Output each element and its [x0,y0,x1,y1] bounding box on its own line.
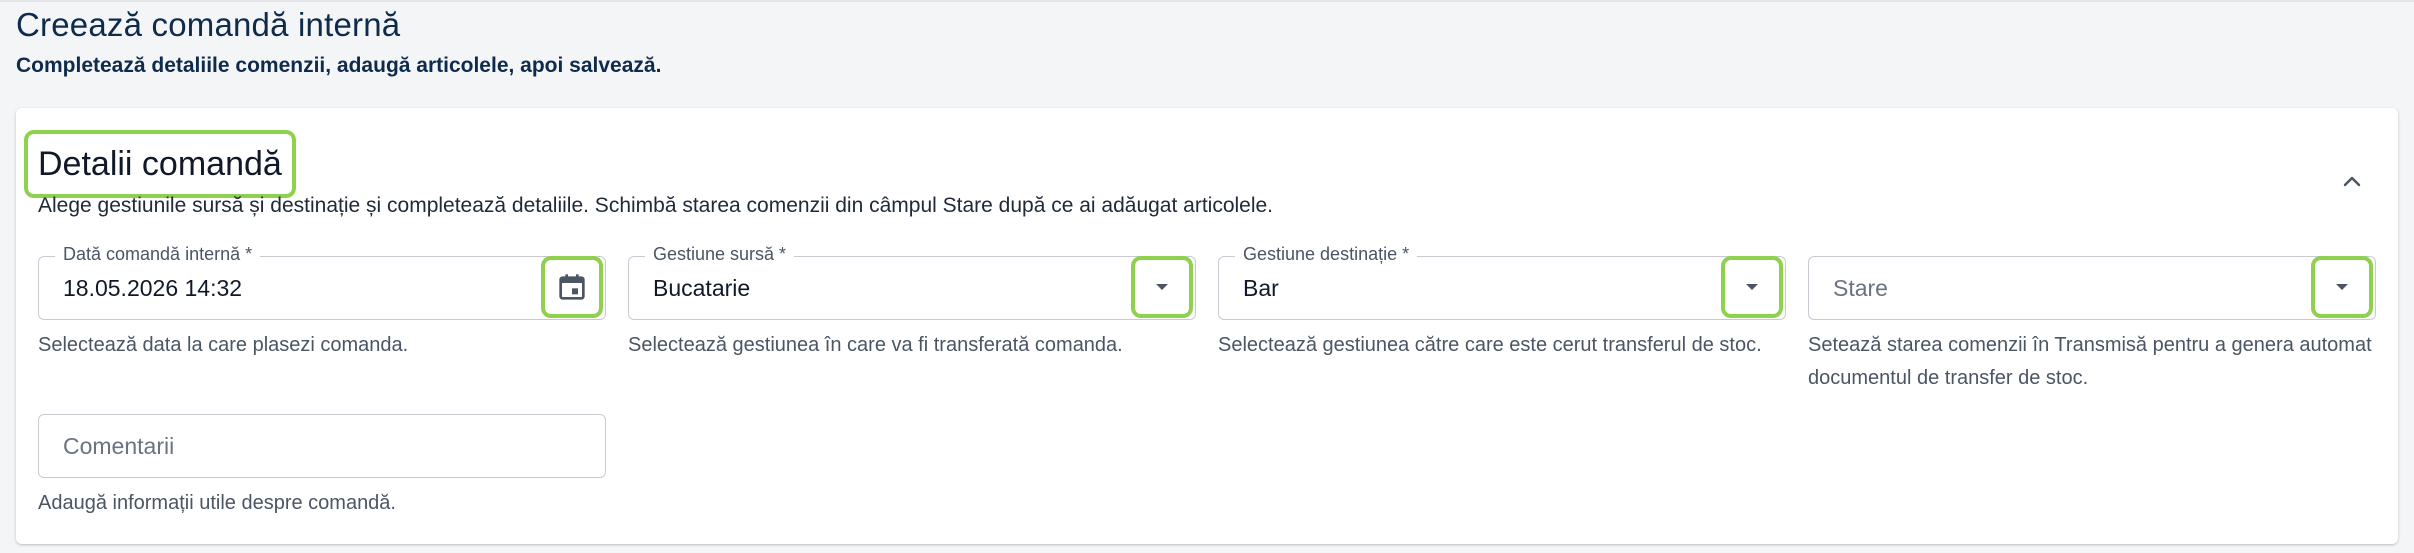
destination-field: Gestiune destinație * Bar Selectează ges… [1218,244,1786,362]
card-title: Detalii comandă [24,130,296,198]
calendar-icon[interactable] [541,256,603,318]
dropdown-arrow-icon[interactable] [1131,256,1193,318]
destination-value: Bar [1243,275,1279,301]
source-helper: Selectează gestiunea în care va fi trans… [628,334,1123,356]
status-placeholder: Stare [1833,275,1888,301]
source-value: Bucatarie [653,275,751,301]
source-field: Gestiune sursă * Bucatarie Selectează ge… [628,244,1196,362]
date-helper: Selectează data la care plasezi comanda. [38,334,409,356]
status-field: Stare Setează starea comenzii în Transmi… [1808,256,2376,395]
page-title: Creează comandă internă [16,6,401,43]
status-helper: Setează starea comenzii în Transmisă pen… [1808,334,2372,389]
dropdown-arrow-icon[interactable] [2311,256,2373,318]
comments-placeholder: Comentarii [63,433,175,459]
dropdown-arrow-icon[interactable] [1721,256,1783,318]
comments-input[interactable]: Comentarii [38,414,606,478]
comments-helper: Adaugă informații utile despre comandă. [38,492,396,514]
order-details-card: Detalii comandă Alege gestiunile sursă ș… [16,108,2398,544]
comments-field: Comentarii Adaugă informații utile despr… [38,414,606,520]
source-select[interactable]: Gestiune sursă * Bucatarie [628,244,1196,320]
card-description: Alege gestiunile sursă și destinație și … [38,194,1274,217]
chevron-up-icon[interactable] [2338,168,2366,196]
date-field: Dată comandă internă * 18.05.2026 14:32 … [38,244,606,362]
status-select[interactable]: Stare [1808,256,2376,320]
destination-helper: Selectează gestiunea către care este cer… [1218,334,1762,356]
page: Creează comandă internă Completează deta… [0,0,2414,553]
page-subtitle: Completează detaliile comenzii, adaugă a… [16,54,662,77]
date-input[interactable]: Dată comandă internă * 18.05.2026 14:32 [38,244,606,320]
date-value: 18.05.2026 14:32 [63,275,243,301]
destination-select[interactable]: Gestiune destinație * Bar [1218,244,1786,320]
